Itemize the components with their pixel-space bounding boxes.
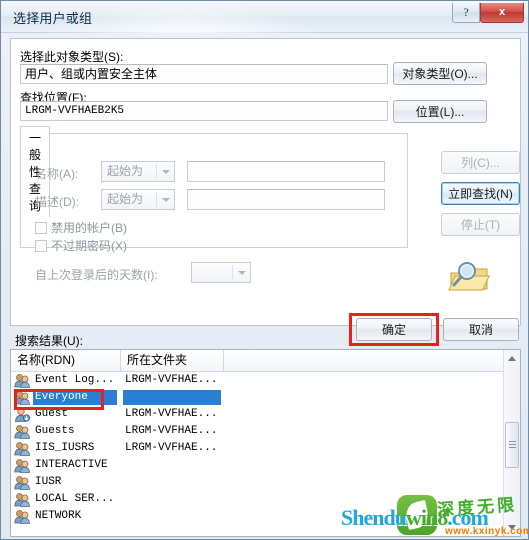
chevron-down-icon — [162, 169, 170, 174]
table-row[interactable]: INTERACTIVE — [11, 457, 503, 474]
chevron-down-icon — [162, 197, 170, 202]
object-type-value[interactable]: 用户、组或内置安全主体 — [20, 64, 388, 84]
title-bar: 选择用户或组 ? x — [1, 1, 528, 33]
close-button[interactable]: x — [480, 3, 524, 23]
scrollbar-grip-icon — [509, 441, 516, 449]
cell-name: INTERACTIVE — [35, 459, 108, 471]
disabled-accounts-label: 禁用的帐户(B) — [51, 221, 127, 235]
description-input[interactable] — [187, 189, 385, 210]
object-type-label: 选择此对象类型(S): — [20, 50, 124, 64]
object-types-button[interactable]: 对象类型(O)... — [393, 62, 487, 85]
name-condition-select[interactable]: 起始为 — [101, 161, 175, 182]
cell-folder: LRGM-VVFHAE... — [125, 425, 218, 437]
search-results-label: 搜索结果(U): — [15, 334, 83, 348]
watermark-chinese: 深度无限 — [436, 495, 518, 520]
group-icon — [14, 509, 30, 524]
window-controls: ? x — [452, 3, 524, 23]
cell-name: Guests — [35, 425, 75, 437]
cell-name: Everyone — [33, 390, 117, 405]
disabled-accounts-checkbox[interactable]: 禁用的帐户(B) — [35, 219, 127, 236]
table-row[interactable]: Everyone — [11, 389, 503, 406]
name-label: 名称(A): — [35, 167, 79, 181]
help-button[interactable]: ? — [452, 3, 480, 23]
find-now-button[interactable]: 立即查找(N) — [441, 182, 520, 205]
group-icon — [14, 475, 30, 490]
group-icon — [14, 373, 30, 388]
stop-button[interactable]: 停止(T) — [441, 213, 520, 236]
location-button[interactable]: 位置(L)... — [393, 100, 487, 123]
group-icon — [14, 424, 30, 439]
site-watermark: Shenduwin8.com 深度无限 www.kxinyk.com — [341, 493, 529, 539]
non-expiring-password-label: 不过期密码(X) — [51, 239, 127, 253]
cell-name: NETWORK — [35, 510, 82, 522]
cell-folder: LRGM-VVFHAE... — [125, 442, 218, 454]
name-condition-value: 起始为 — [107, 164, 144, 178]
cell-name: IIS_IUSRS — [35, 442, 95, 454]
cell-folder: LRGM-VVFHAE... — [125, 408, 218, 420]
cell-folder — [123, 509, 221, 524]
checkbox-box — [35, 239, 47, 252]
table-row[interactable]: IUSR — [11, 474, 503, 491]
list-header: 名称(RDN) 所在文件夹 — [11, 350, 520, 372]
search-folder-icon — [447, 259, 491, 295]
non-expiring-password-checkbox[interactable]: 不过期密码(X) — [35, 237, 127, 254]
cell-folder: LRGM-VVFHAE... — [125, 374, 218, 386]
cancel-button[interactable]: 取消 — [443, 318, 519, 341]
watermark-shendu: Shendu — [341, 505, 407, 530]
watermark-subtext: www.kxinyk.com — [445, 526, 529, 537]
table-row[interactable]: IIS_IUSRS LRGM-VVFHAE... — [11, 440, 503, 457]
cell-name: Event Log... — [35, 374, 115, 386]
scrollbar-thumb[interactable] — [505, 422, 519, 468]
scroll-up-icon[interactable] — [504, 350, 520, 367]
column-header-folder[interactable]: 所在文件夹 — [121, 350, 224, 371]
group-icon — [14, 458, 30, 473]
days-since-logon-divider — [232, 265, 233, 280]
table-row[interactable]: Guest LRGM-VVFHAE... — [11, 406, 503, 423]
cell-folder — [123, 492, 221, 507]
group-icon — [14, 492, 30, 507]
description-condition-divider — [156, 192, 157, 207]
user-icon — [14, 407, 31, 422]
checkbox-box — [35, 221, 47, 234]
window-title: 选择用户或组 — [13, 11, 93, 26]
select-users-dialog: 选择用户或组 ? x 选择此对象类型(S): 用户、组或内置安全主体 对象类型(… — [0, 0, 529, 540]
chevron-down-icon — [238, 270, 246, 275]
days-since-logon-label: 自上次登录后的天数(I): — [35, 268, 158, 282]
location-value[interactable]: LRGM-VVFHAEB2K5 — [20, 101, 388, 121]
group-icon — [14, 390, 30, 405]
name-input[interactable] — [187, 161, 385, 182]
cell-folder — [123, 475, 221, 490]
column-header-name[interactable]: 名称(RDN) — [11, 350, 121, 371]
description-condition-select[interactable]: 起始为 — [101, 189, 175, 210]
name-condition-divider — [156, 164, 157, 179]
description-label: 描述(D): — [35, 195, 79, 209]
description-condition-value: 起始为 — [107, 192, 144, 206]
cell-folder — [123, 458, 221, 473]
column-header-spacer — [224, 350, 504, 371]
group-icon — [14, 441, 30, 456]
columns-button[interactable]: 列(C)... — [441, 151, 520, 174]
days-since-logon-select[interactable] — [191, 262, 251, 283]
ok-button[interactable]: 确定 — [356, 318, 432, 341]
cell-name: LOCAL SER... — [35, 493, 115, 505]
table-row[interactable]: Guests LRGM-VVFHAE... — [11, 423, 503, 440]
cell-name: Guest — [35, 408, 69, 420]
table-row[interactable]: Event Log... LRGM-VVFHAE... — [11, 372, 503, 389]
cell-folder — [123, 390, 221, 405]
cell-name: IUSR — [35, 476, 62, 488]
